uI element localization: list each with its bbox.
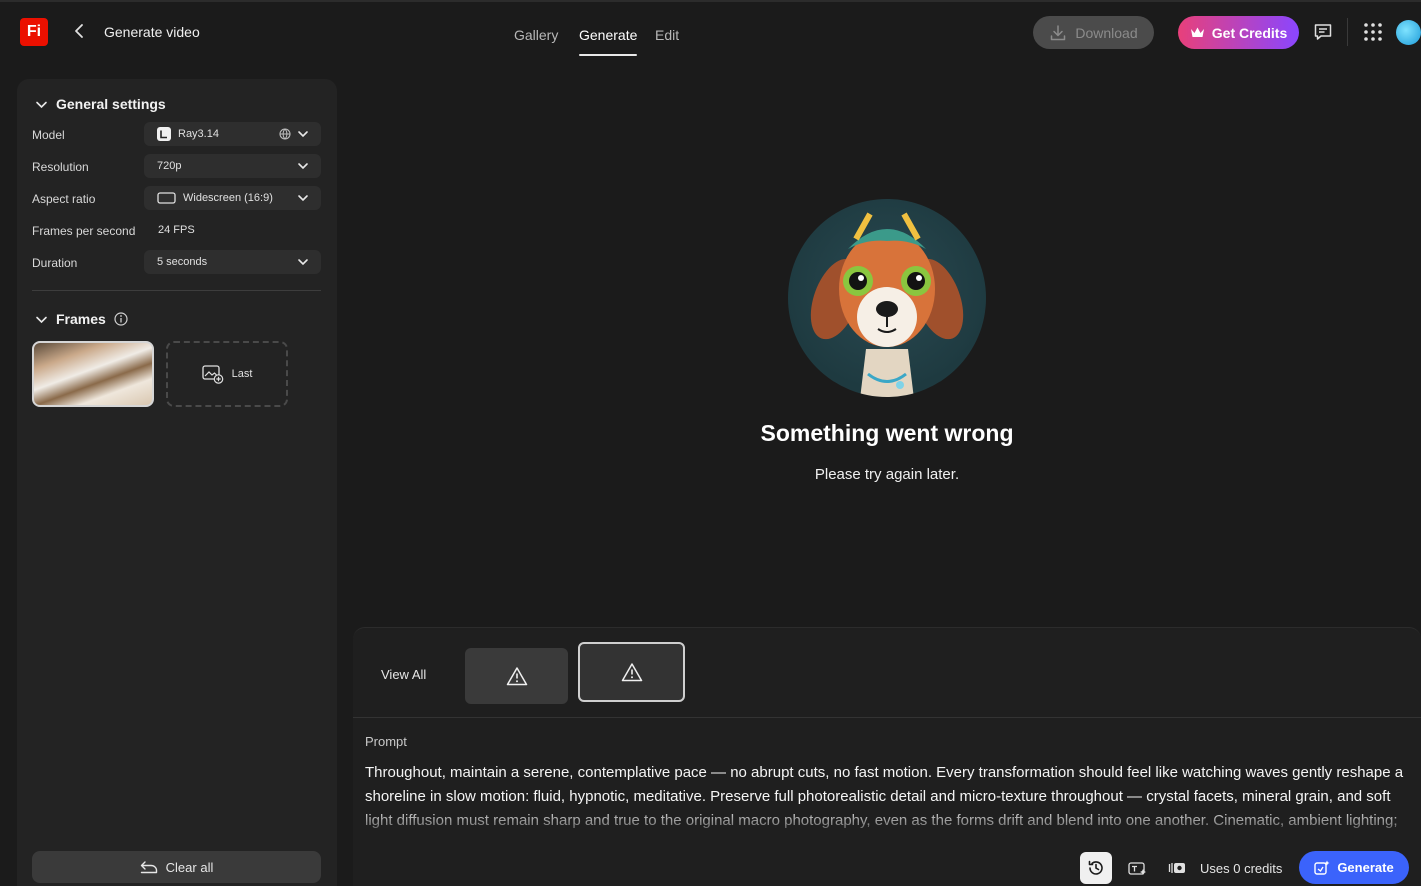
credits-usage: Uses 0 credits [1200, 861, 1283, 876]
view-all-link[interactable]: View All [381, 667, 426, 682]
resolution-value: 720p [157, 160, 182, 172]
panel-divider [353, 717, 1421, 718]
history-button[interactable] [1080, 852, 1112, 884]
dog-illustration [810, 212, 964, 397]
chevron-down-icon [298, 131, 308, 138]
frames-header[interactable]: Frames [35, 311, 128, 327]
tab-gallery[interactable]: Gallery [514, 27, 558, 43]
last-frame-label: Last [231, 368, 253, 380]
error-subtitle: Please try again later. [814, 466, 960, 483]
duration-label: Duration [32, 256, 78, 270]
generate-button[interactable]: Generate [1299, 851, 1409, 884]
fps-value: 24 FPS [158, 224, 195, 236]
aspect-ratio-value: Widescreen (16:9) [183, 192, 273, 204]
feedback-icon[interactable] [1313, 22, 1333, 42]
section-divider [32, 290, 321, 291]
generation-thumbnail-selected[interactable] [578, 642, 685, 702]
settings-sidebar: General settings Model Ray3.14 Resolutio… [17, 79, 337, 886]
get-credits-label: Get Credits [1211, 24, 1288, 41]
info-icon[interactable] [114, 312, 128, 326]
user-avatar[interactable] [1396, 20, 1421, 45]
resolution-label: Resolution [32, 160, 89, 174]
generate-label: Generate [1337, 860, 1394, 875]
download-label: Download [1075, 24, 1138, 41]
crown-icon [1190, 27, 1204, 37]
error-title: Something went wrong [760, 420, 1014, 446]
model-logo-icon [157, 127, 171, 141]
globe-icon [279, 128, 291, 140]
prompt-panel: View All Prompt Throughout, maintain a s… [353, 627, 1421, 886]
prompt-textarea[interactable]: Throughout, maintain a serene, contempla… [365, 761, 1415, 829]
resolution-picker[interactable]: 720p [144, 154, 321, 178]
camera-motion-icon [1168, 863, 1185, 873]
warning-icon [621, 663, 642, 682]
error-illustration [788, 199, 986, 397]
aspect-ratio-picker[interactable]: Widescreen (16:9) [144, 186, 321, 210]
undo-icon [140, 861, 157, 874]
get-credits-button[interactable]: Get Credits [1178, 16, 1299, 49]
chevron-down-icon [298, 163, 308, 170]
toolbar-divider [1347, 18, 1348, 46]
last-frame-slot[interactable]: Last [166, 341, 288, 407]
text-sparkle-icon [1127, 861, 1146, 875]
aspect-ratio-label: Aspect ratio [32, 192, 96, 206]
prompt-label: Prompt [365, 734, 407, 749]
app-logo[interactable]: Fi [20, 18, 48, 46]
clear-all-label: Clear all [165, 859, 214, 875]
general-settings-header[interactable]: General settings [35, 96, 166, 112]
top-bar: Fi Generate video Gallery Generate Edit … [0, 0, 1421, 58]
tab-edit[interactable]: Edit [655, 27, 679, 43]
fps-label: Frames per second [32, 224, 136, 238]
generate-icon [1314, 860, 1330, 875]
prompt-enhance-button[interactable] [1121, 852, 1153, 884]
chevron-down-icon [298, 195, 308, 202]
back-arrow-icon[interactable] [70, 22, 88, 40]
frames-label: Frames [56, 311, 106, 327]
widescreen-icon [157, 192, 176, 204]
page-title: Generate video [104, 24, 200, 40]
apps-grid-icon[interactable] [1363, 22, 1383, 42]
model-picker[interactable]: Ray3.14 [144, 122, 321, 146]
chevron-down-icon [36, 316, 47, 323]
model-label: Model [32, 128, 65, 142]
generation-thumbnail-failed[interactable] [465, 648, 568, 704]
camera-motion-button[interactable] [1161, 852, 1193, 884]
chevron-down-icon [298, 259, 308, 266]
warning-icon [506, 667, 527, 686]
duration-value: 5 seconds [157, 256, 208, 268]
general-settings-label: General settings [56, 96, 166, 112]
chevron-down-icon [36, 101, 47, 108]
tab-generate[interactable]: Generate [579, 27, 638, 56]
duration-picker[interactable]: 5 seconds [144, 250, 321, 274]
add-image-icon [201, 364, 223, 384]
clear-all-button[interactable]: Clear all [32, 851, 321, 883]
model-value: Ray3.14 [178, 128, 219, 140]
download-button[interactable]: Download [1033, 16, 1154, 49]
history-icon [1088, 860, 1103, 875]
download-icon [1051, 24, 1066, 40]
first-frame-thumbnail[interactable] [32, 341, 154, 407]
